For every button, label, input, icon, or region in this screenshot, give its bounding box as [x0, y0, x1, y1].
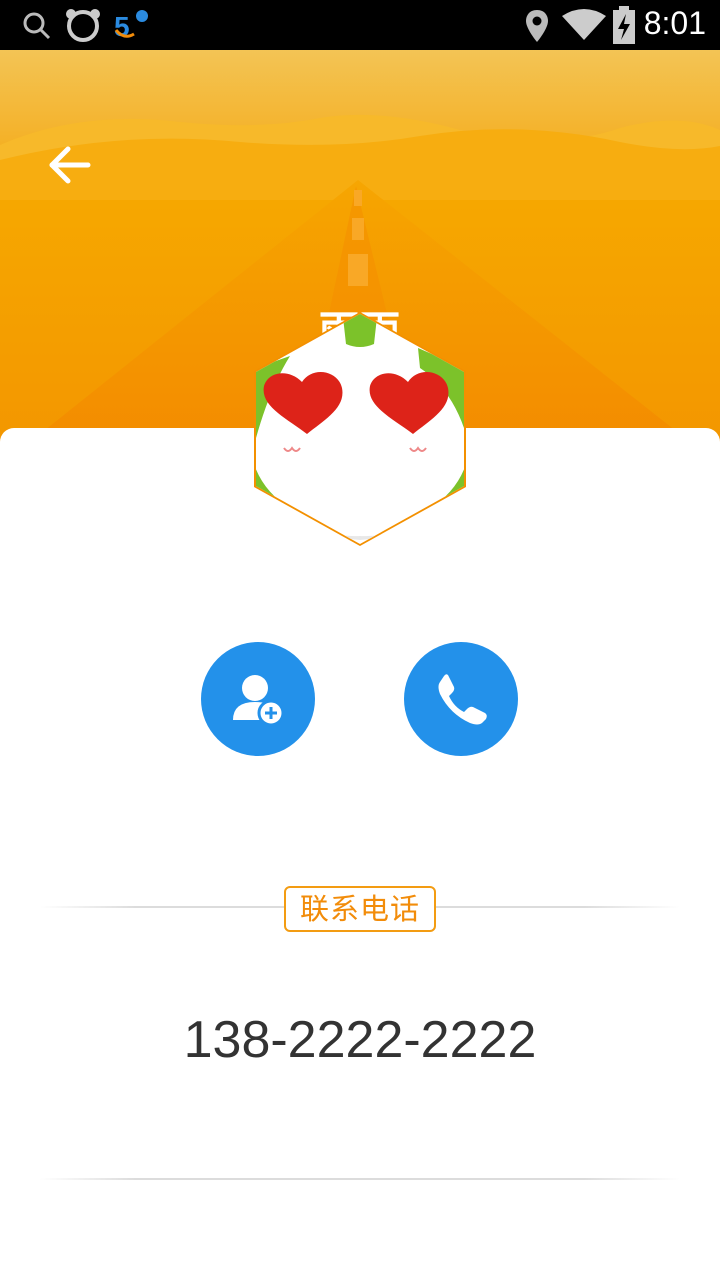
status-time: 8:01 [643, 5, 706, 41]
wifi-icon [562, 9, 606, 40]
arrow-left-icon [49, 146, 91, 184]
search-icon [23, 12, 51, 40]
battery-charging-icon [613, 6, 635, 44]
profile-card [0, 428, 720, 1280]
location-icon [526, 10, 548, 42]
back-button[interactable] [40, 145, 100, 197]
call-button[interactable] [404, 642, 518, 756]
add-person-icon [233, 675, 285, 727]
app-4g-icon: 5 [114, 10, 148, 42]
contact-avatar[interactable] [250, 308, 470, 550]
add-contact-button[interactable] [201, 642, 315, 756]
status-bar: 5 8:01 [0, 0, 720, 50]
phone-number[interactable]: 138-2222-2222 [0, 1010, 720, 1070]
phone-icon [438, 674, 487, 725]
bear-app-icon [66, 9, 100, 42]
bottom-divider [40, 1178, 680, 1180]
section-label-phone: 联系电话 [284, 886, 436, 932]
